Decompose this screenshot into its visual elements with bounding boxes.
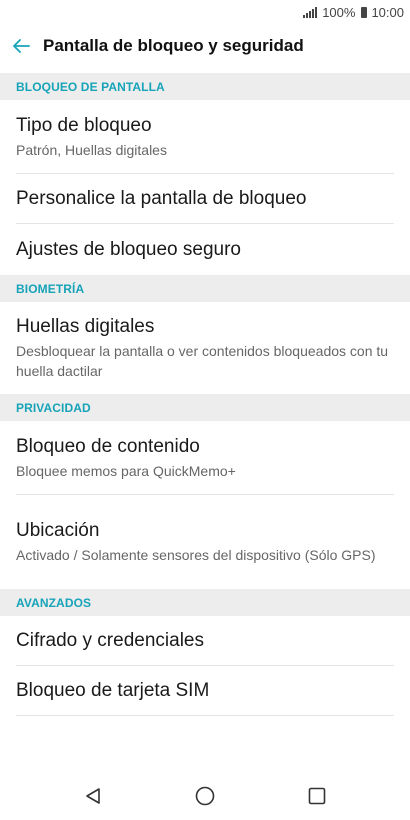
- setting-item-title: Huellas digitales: [16, 316, 155, 337]
- navigation-bar: [0, 772, 410, 820]
- section-header-biometria: BIOMETRÍA: [0, 275, 410, 302]
- setting-item-tipo-de-bloqueo[interactable]: Tipo de bloqueo Patrón, Huellas digitale…: [16, 100, 394, 174]
- arrow-left-icon[interactable]: [11, 36, 31, 56]
- section-header-bloqueo-de-pantalla: BLOQUEO DE PANTALLA: [0, 73, 410, 100]
- setting-item-ubicacion[interactable]: Ubicación Activado / Solamente sensores …: [16, 495, 394, 589]
- section-header-privacidad: PRIVACIDAD: [0, 394, 410, 421]
- setting-item-bloqueo-tarjeta-sim[interactable]: Bloqueo de tarjeta SIM: [16, 666, 394, 716]
- square-recents-icon[interactable]: [305, 784, 329, 808]
- setting-item-title: Personalice la pantalla de bloqueo: [16, 187, 307, 209]
- battery-percent: 100%: [322, 4, 356, 20]
- setting-item-personalice-pantalla[interactable]: Personalice la pantalla de bloqueo: [16, 174, 394, 224]
- settings-list: BLOQUEO DE PANTALLA Tipo de bloqueo Patr…: [0, 73, 410, 716]
- battery-icon: [361, 6, 368, 18]
- setting-item-title: Ubicación: [16, 520, 100, 541]
- setting-item-subtitle: Desbloquear la pantalla o ver contenidos…: [16, 343, 389, 379]
- circle-home-icon[interactable]: [193, 784, 217, 808]
- setting-item-bloqueo-de-contenido[interactable]: Bloqueo de contenido Bloquee memos para …: [16, 421, 394, 495]
- setting-item-huellas-digitales[interactable]: Huellas digitales Desbloquear la pantall…: [16, 302, 394, 394]
- setting-item-subtitle: Bloquee memos para QuickMemo+: [16, 462, 236, 479]
- setting-item-title: Tipo de bloqueo: [16, 114, 152, 136]
- clock: 10:00: [371, 4, 404, 20]
- setting-item-title: Bloqueo de contenido: [16, 435, 200, 457]
- setting-item-title: Ajustes de bloqueo seguro: [16, 238, 241, 260]
- setting-item-title: Bloqueo de tarjeta SIM: [16, 679, 210, 701]
- triangle-back-icon[interactable]: [81, 784, 105, 808]
- setting-item-cifrado-credenciales[interactable]: Cifrado y credenciales: [16, 616, 394, 666]
- setting-item-subtitle: Activado / Solamente sensores del dispos…: [16, 547, 376, 563]
- page-title: Pantalla de bloqueo y seguridad: [43, 36, 304, 55]
- setting-item-ajustes-bloqueo-seguro[interactable]: Ajustes de bloqueo seguro: [16, 224, 394, 275]
- app-bar: Pantalla de bloqueo y seguridad: [0, 24, 410, 68]
- status-bar: 100% 10:00: [0, 0, 410, 24]
- setting-item-title: Cifrado y credenciales: [16, 629, 204, 651]
- setting-item-subtitle: Patrón, Huellas digitales: [16, 141, 167, 158]
- signal-icon: [303, 6, 318, 18]
- section-header-avanzados: AVANZADOS: [0, 589, 410, 616]
